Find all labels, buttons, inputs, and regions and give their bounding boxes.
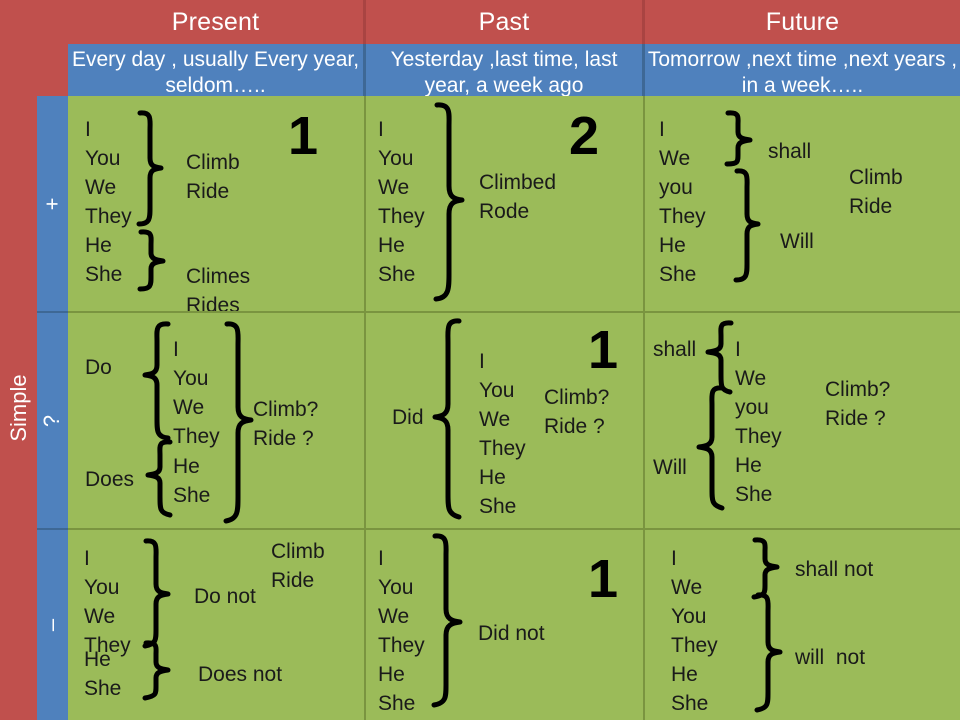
brace-icon bbox=[142, 538, 176, 650]
cell-past-negative: I You We They He She Did not 1 bbox=[366, 530, 645, 720]
past-q-verbs: Climb? Ride ? bbox=[544, 386, 610, 438]
future-plus-verbs: Climb Ride bbox=[849, 166, 903, 218]
row-symbol-interrogative: ? bbox=[37, 313, 68, 530]
brace-icon bbox=[430, 533, 466, 713]
present-q-subjects-1: I You We They bbox=[173, 338, 220, 448]
markers-present: Every day , usually Every year, seldom….… bbox=[68, 44, 366, 96]
past-plus-number: 2 bbox=[569, 106, 600, 166]
row-group-label-simple: Simple bbox=[0, 96, 37, 720]
past-q-number: 1 bbox=[588, 320, 619, 380]
brace-icon bbox=[140, 439, 176, 521]
present-minus-aux-2: Does not bbox=[198, 663, 283, 686]
cell-present-affirmative: I You We They Climb Ride He She Climes R… bbox=[68, 96, 366, 313]
brace-icon bbox=[136, 110, 170, 228]
future-q-aux-1: shall bbox=[653, 338, 697, 361]
present-q-aux-2: Does bbox=[85, 468, 135, 491]
future-q-aux-2: Will bbox=[653, 456, 687, 479]
future-minus-subjects-2: You They He She bbox=[671, 605, 718, 715]
future-q-verbs: Climb? Ride ? bbox=[825, 378, 891, 430]
future-q-subjects-1: I We bbox=[735, 338, 767, 390]
cell-past-affirmative: I You We They He She Climbed Rode 2 bbox=[366, 96, 645, 313]
present-minus-subjects-1: I You We They bbox=[84, 547, 131, 657]
brace-icon bbox=[137, 321, 173, 443]
future-q-subjects-2: you They He She bbox=[735, 396, 782, 506]
present-q-verbs: Climb? Ride ? bbox=[253, 398, 319, 450]
brace-icon bbox=[754, 592, 789, 714]
present-q-subjects-2: He She bbox=[173, 455, 211, 507]
cell-future-interrogative: shall I We Will you They He She Climb? R… bbox=[645, 313, 960, 530]
row-symbol-interrogative-text: ? bbox=[39, 414, 65, 427]
row-symbol-affirmative: + bbox=[37, 96, 68, 313]
markers-present-text: Every day , usually Every year, seldom….… bbox=[71, 48, 360, 96]
cell-present-interrogative: Do I You We They Does He She Climb? Ride… bbox=[68, 313, 366, 530]
past-minus-subjects: I You We They He She bbox=[378, 547, 425, 715]
cell-future-negative: I We shall not You They He She will not bbox=[645, 530, 960, 720]
brace-icon bbox=[432, 102, 468, 306]
future-minus-subjects-1: I We bbox=[671, 547, 703, 599]
future-plus-aux-2: Will bbox=[780, 230, 814, 253]
present-plus-subjects-2: He She bbox=[85, 234, 123, 286]
row-group-label-text: Simple bbox=[5, 374, 31, 442]
brace-icon bbox=[137, 229, 172, 293]
markers-future-text: Tomorrow ,next time ,next years , in a w… bbox=[647, 48, 958, 96]
past-plus-verbs: Climbed Rode bbox=[479, 171, 557, 223]
tenses-table: Present Past Future Every day , usually … bbox=[0, 0, 960, 720]
future-plus-aux-1: shall bbox=[768, 140, 812, 163]
header-future: Future bbox=[645, 0, 960, 44]
cell-present-negative: I You We They Do not He She Does not Cli… bbox=[68, 530, 366, 720]
future-minus-aux-1: shall not bbox=[795, 558, 874, 581]
past-q-aux: Did bbox=[392, 406, 424, 429]
present-plus-verbs-1: Climb Ride bbox=[186, 151, 240, 203]
brace-icon bbox=[703, 320, 737, 398]
markers-future: Tomorrow ,next time ,next years , in a w… bbox=[645, 44, 960, 96]
markers-past-text: Yesterday ,last time, last year, a week … bbox=[390, 48, 618, 96]
past-minus-number: 1 bbox=[588, 549, 619, 609]
present-plus-number: 1 bbox=[288, 106, 319, 166]
past-minus-aux: Did not bbox=[478, 622, 545, 645]
future-plus-subjects-2: you They He She bbox=[659, 176, 706, 286]
header-past-title: Past bbox=[478, 8, 530, 36]
row-symbol-negative: – bbox=[37, 530, 68, 720]
present-minus-verbs: Climb Ride bbox=[271, 540, 325, 592]
header-past: Past bbox=[366, 0, 645, 44]
row-symbol-affirmative-text: + bbox=[39, 197, 65, 210]
past-plus-subjects: I You We They He She bbox=[378, 118, 425, 286]
row-symbol-negative-text: – bbox=[39, 618, 65, 632]
cell-past-interrogative: Did I You We They He She Climb? Ride ? 1 bbox=[366, 313, 645, 530]
header-future-title: Future bbox=[765, 8, 840, 36]
future-plus-subjects-1: I We bbox=[659, 118, 691, 170]
brace-icon bbox=[428, 318, 464, 524]
header-present-title: Present bbox=[171, 8, 260, 36]
cell-future-affirmative: I We shall you They He She Will Climb Ri… bbox=[645, 96, 960, 313]
header-present: Present bbox=[68, 0, 366, 44]
present-plus-subjects-1: I You We They bbox=[85, 118, 132, 228]
present-plus-verbs-2: Climes Rides bbox=[186, 265, 251, 313]
present-q-aux-1: Do bbox=[85, 356, 112, 379]
brace-icon bbox=[693, 385, 727, 513]
present-minus-aux-1: Do not bbox=[194, 585, 256, 608]
past-q-subjects: I You We They He She bbox=[479, 350, 526, 518]
brace-icon bbox=[733, 168, 767, 284]
markers-past: Yesterday ,last time, last year, a week … bbox=[366, 44, 645, 96]
header-corner-cell-2 bbox=[0, 44, 68, 96]
brace-icon bbox=[142, 640, 176, 702]
present-minus-subjects-2: He She bbox=[84, 648, 122, 700]
header-corner-cell bbox=[0, 0, 68, 44]
future-minus-aux-2: will not bbox=[795, 646, 866, 669]
brace-icon bbox=[751, 537, 786, 600]
brace-icon bbox=[724, 110, 759, 168]
